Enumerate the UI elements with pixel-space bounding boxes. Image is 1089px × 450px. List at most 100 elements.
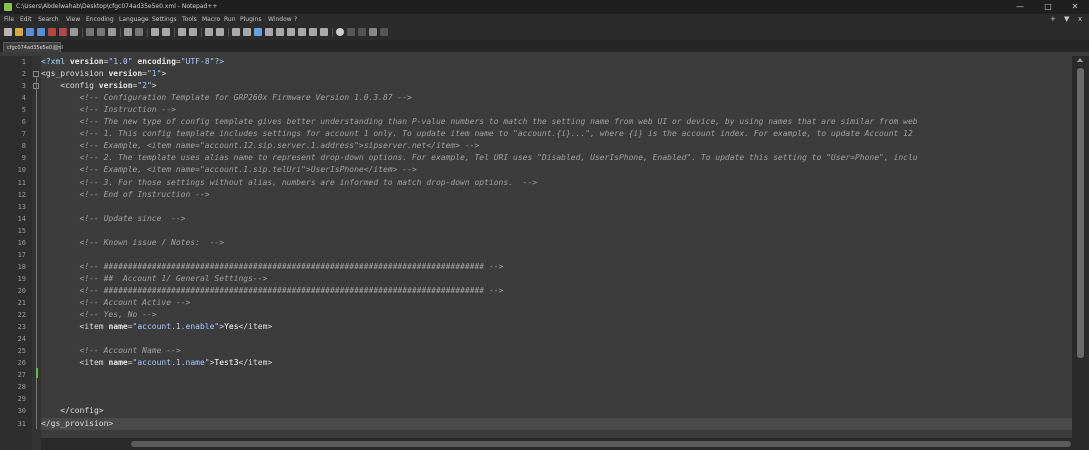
new-tab-plus-icon[interactable]: + [1050,14,1056,25]
code-token: <!-- Configuration Template for GRP260x … [41,93,412,102]
show-all-characters-icon[interactable] [243,28,251,36]
close-button[interactable]: ✕ [1061,0,1089,14]
code-line[interactable]: <!-- ###################################… [41,285,1072,297]
indent-guide-icon[interactable] [254,28,262,36]
save-macro-icon[interactable] [380,28,388,36]
document-list-icon[interactable] [287,28,295,36]
code-line[interactable] [41,249,1072,261]
vertical-scrollbar[interactable] [1072,56,1089,450]
scroll-up-arrow-icon[interactable] [1077,58,1083,62]
code-line[interactable]: <!-- Account Active --> [41,297,1072,309]
code-line[interactable] [41,369,1072,381]
close-document-icon[interactable]: x [1078,14,1082,25]
code-line[interactable]: <!-- Account Name --> [41,345,1072,357]
code-line[interactable]: <!-- ###################################… [41,261,1072,273]
code-line[interactable]: <!-- 2. The template uses alias name to … [41,152,1072,164]
code-line[interactable] [41,201,1072,213]
code-line[interactable]: <!-- Yes, No --> [41,309,1072,321]
code-line[interactable]: <!-- ## Account 1/ General Settings--> [41,273,1072,285]
open-file-icon[interactable] [15,28,23,36]
code-line[interactable] [41,225,1072,237]
tab-list-dropdown-icon[interactable]: ▼ [1064,14,1069,25]
record-macro-icon[interactable] [336,28,344,36]
zoom-out-icon[interactable] [189,28,197,36]
code-line[interactable] [41,333,1072,345]
tab-close-icon[interactable] [53,45,58,50]
redo-icon[interactable] [135,28,143,36]
code-line[interactable]: <config version="2"> [41,80,1072,92]
code-token: Yes [224,322,239,331]
code-line[interactable]: <!-- Example, <item name="account.12.sip… [41,140,1072,152]
find-icon[interactable] [151,28,159,36]
user-defined-language-icon[interactable] [265,28,273,36]
notepadpp-app-icon [4,3,12,11]
menu-edit[interactable]: Edit [20,14,32,25]
menu-macro[interactable]: Macro [202,14,220,25]
function-list-icon[interactable] [298,28,306,36]
tab-document[interactable]: cfgc074ad35e5e0.xml [3,42,63,52]
code-line[interactable]: <gs_provision version="1"> [41,68,1072,80]
menu-search[interactable]: Search [38,14,59,25]
run-macro-multiple-icon[interactable] [369,28,377,36]
code-line[interactable]: <item name="account.1.enable">Yes</item> [41,321,1072,333]
save-all-icon[interactable] [37,28,45,36]
undo-icon[interactable] [124,28,132,36]
code-line[interactable]: <item name="account.1.name">Test3</item> [41,357,1072,369]
line-number: 24 [17,335,26,343]
sync-vertical-icon[interactable] [205,28,213,36]
sync-horizontal-icon[interactable] [216,28,224,36]
code-line[interactable]: </gs_provision> [41,418,1072,430]
menu-window[interactable]: Window [268,14,292,25]
folder-as-workspace-icon[interactable] [309,28,317,36]
save-icon[interactable] [26,28,34,36]
document-map-icon[interactable] [276,28,284,36]
new-file-icon[interactable] [4,28,12,36]
line-number: 15 [17,227,26,235]
replace-icon[interactable] [162,28,170,36]
code-line[interactable]: <!-- 1. This config template includes se… [41,128,1072,140]
maximize-button[interactable]: □ [1034,0,1062,14]
vertical-scroll-thumb[interactable] [1077,68,1084,358]
code-line[interactable]: <!-- Instruction --> [41,104,1072,116]
copy-icon[interactable] [97,28,105,36]
code-editor[interactable]: <?xml version="1.0" encoding="UTF-8"?> <g… [41,56,1072,450]
close-icon[interactable] [48,28,56,36]
menu-view[interactable]: View [66,14,80,25]
menu-settings[interactable]: Settings [152,14,177,25]
menu-plugins[interactable]: Plugins [240,14,262,25]
code-line[interactable]: <!-- Update since --> [41,213,1072,225]
zoom-in-icon[interactable] [178,28,186,36]
line-number: 9 [21,154,26,162]
playback-macro-icon[interactable] [358,28,366,36]
code-line[interactable]: <!-- Known issue / Notes: --> [41,237,1072,249]
monitoring-icon[interactable] [320,28,328,36]
menu-encoding[interactable]: Encoding [86,14,114,25]
line-number: 26 [17,359,26,367]
line-number: 1 [21,58,26,66]
menu-file[interactable]: File [4,14,14,25]
menu-help[interactable]: ? [294,14,297,25]
code-line[interactable] [41,381,1072,393]
code-line[interactable]: <!-- Example, <item name="account.1.sip.… [41,164,1072,176]
word-wrap-icon[interactable] [232,28,240,36]
code-line[interactable]: <?xml version="1.0" encoding="UTF-8"?> [41,56,1072,68]
menu-run[interactable]: Run [224,14,236,25]
cut-icon[interactable] [86,28,94,36]
code-line[interactable]: <!-- 3. For those settings without alias… [41,177,1072,189]
menu-tools[interactable]: Tools [182,14,197,25]
code-line[interactable]: <!-- Configuration Template for GRP260x … [41,92,1072,104]
menu-language[interactable]: Language [119,14,149,25]
horizontal-scroll-thumb[interactable] [131,441,1071,447]
paste-icon[interactable] [108,28,116,36]
stop-macro-icon[interactable] [347,28,355,36]
code-token: <gs_provision [41,69,109,78]
horizontal-scrollbar[interactable] [41,438,1072,450]
code-line[interactable]: <!-- The new type of config template giv… [41,116,1072,128]
print-icon[interactable] [70,28,78,36]
code-line[interactable] [41,393,1072,405]
code-token: </gs_provision> [41,419,114,428]
code-line[interactable]: <!-- End of Instruction --> [41,189,1072,201]
close-all-icon[interactable] [59,28,67,36]
minimize-button[interactable]: — [1006,0,1034,14]
code-line[interactable]: </config> [41,405,1072,417]
